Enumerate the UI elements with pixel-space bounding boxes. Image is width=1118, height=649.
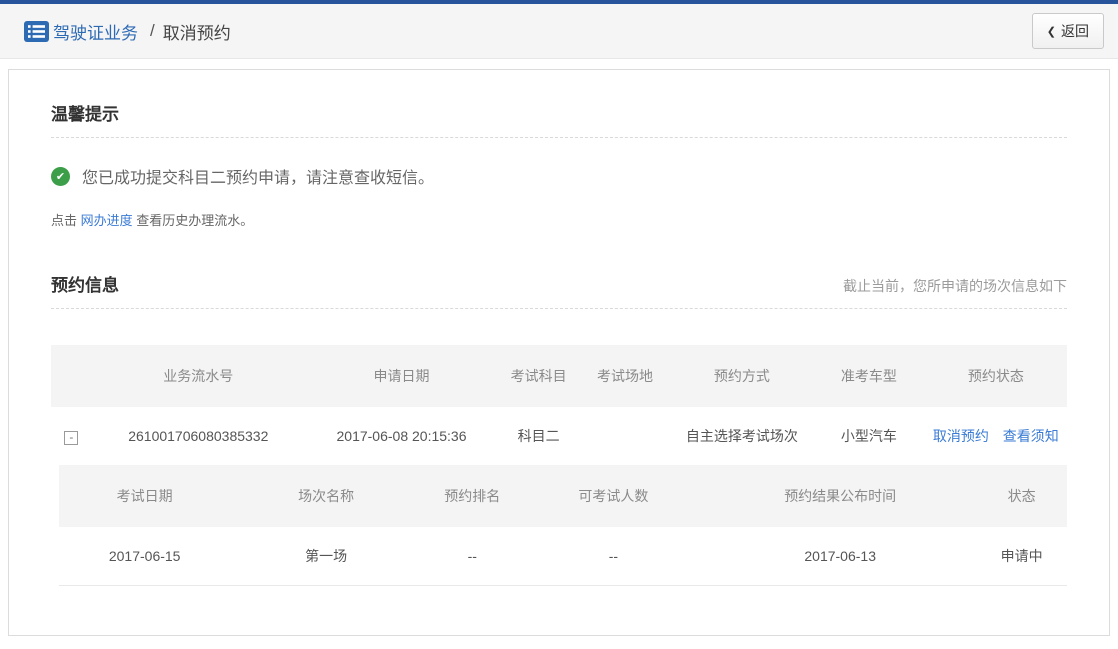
appointment-section-header: 预约信息 截止当前，您所申请的场次信息如下 [51,271,1067,296]
success-message-row: ✔ 您已成功提交科目二预约申请，请注意查收短信。 [51,164,1067,188]
breadcrumb-separator: / [150,21,155,41]
col-method: 预约方式 [671,345,813,407]
col-status: 预约状态 [925,345,1067,407]
breadcrumb-current: 取消预约 [163,19,231,44]
view-notice-link[interactable]: 查看须知 [1003,428,1059,444]
tips-divider [51,137,1067,138]
subcell-capacity: -- [523,527,704,586]
subcell-ranking: -- [422,527,523,586]
success-message: 您已成功提交科目二预约申请，请注意查收短信。 [82,164,434,188]
cell-subject: 科目二 [498,407,579,465]
subcol-capacity: 可考试人数 [523,465,704,527]
cell-apply-date: 2017-06-08 20:15:36 [305,407,498,465]
appointment-title: 预约信息 [51,271,119,296]
session-subtable: 考试日期 场次名称 预约排名 可考试人数 预约结果公布时间 状态 2017-06… [59,465,1067,586]
col-serial: 业务流水号 [92,345,305,407]
cell-venue [579,407,670,465]
collapse-toggle-icon[interactable]: - [64,431,78,445]
subcol-exam-date: 考试日期 [59,465,230,527]
cell-method: 自主选择考试场次 [671,407,813,465]
table-row: - 261001706080385332 2017-06-08 20:15:36… [51,407,1067,465]
content-card: 温馨提示 ✔ 您已成功提交科目二预约申请，请注意查收短信。 点击 网办进度 查看… [8,69,1110,636]
appointment-table: 业务流水号 申请日期 考试科目 考试场地 预约方式 准考车型 预约状态 - 26… [51,345,1067,465]
col-apply-date: 申请日期 [305,345,498,407]
col-venue: 考试场地 [579,345,670,407]
expand-column-header [51,345,92,407]
session-subtable-wrap: 考试日期 场次名称 预约排名 可考试人数 预约结果公布时间 状态 2017-06… [59,465,1067,586]
progress-link[interactable]: 网办进度 [81,213,133,228]
chevron-left-icon: ❮ [1047,25,1056,38]
subcol-result-time: 预约结果公布时间 [704,465,976,527]
cell-vehicle: 小型汽车 [813,407,925,465]
col-subject: 考试科目 [498,345,579,407]
cell-serial: 261001706080385332 [92,407,305,465]
back-button[interactable]: ❮ 返回 [1032,13,1104,49]
progress-suffix: 查看历史办理流水。 [133,213,254,228]
subcol-session-name: 场次名称 [230,465,422,527]
list-icon [24,21,49,42]
progress-line: 点击 网办进度 查看历史办理流水。 [51,210,1067,229]
subcell-result-time: 2017-06-13 [704,527,976,586]
back-button-label: 返回 [1061,21,1089,41]
success-check-icon: ✔ [51,167,70,186]
cancel-appointment-link[interactable]: 取消预约 [933,428,989,444]
subcol-status: 状态 [976,465,1067,527]
subtable-row: 2017-06-15 第一场 -- -- 2017-06-13 申请中 [59,527,1067,586]
subcell-status: 申请中 [976,527,1067,586]
appointment-divider [51,308,1067,309]
progress-prefix: 点击 [51,213,81,228]
page-header: 驾驶证业务 / 取消预约 ❮ 返回 [0,4,1118,59]
tips-title: 温馨提示 [51,100,1067,125]
table-header-row: 业务流水号 申请日期 考试科目 考试场地 预约方式 准考车型 预约状态 [51,345,1067,407]
breadcrumb: 驾驶证业务 / 取消预约 [49,19,231,44]
subcol-ranking: 预约排名 [422,465,523,527]
breadcrumb-root[interactable]: 驾驶证业务 [53,19,138,44]
subtable-header-row: 考试日期 场次名称 预约排名 可考试人数 预约结果公布时间 状态 [59,465,1067,527]
appointment-tables: 业务流水号 申请日期 考试科目 考试场地 预约方式 准考车型 预约状态 - 26… [51,345,1067,586]
subcell-exam-date: 2017-06-15 [59,527,230,586]
col-vehicle: 准考车型 [813,345,925,407]
appointment-note: 截止当前，您所申请的场次信息如下 [843,276,1067,296]
subcell-session-name: 第一场 [230,527,422,586]
